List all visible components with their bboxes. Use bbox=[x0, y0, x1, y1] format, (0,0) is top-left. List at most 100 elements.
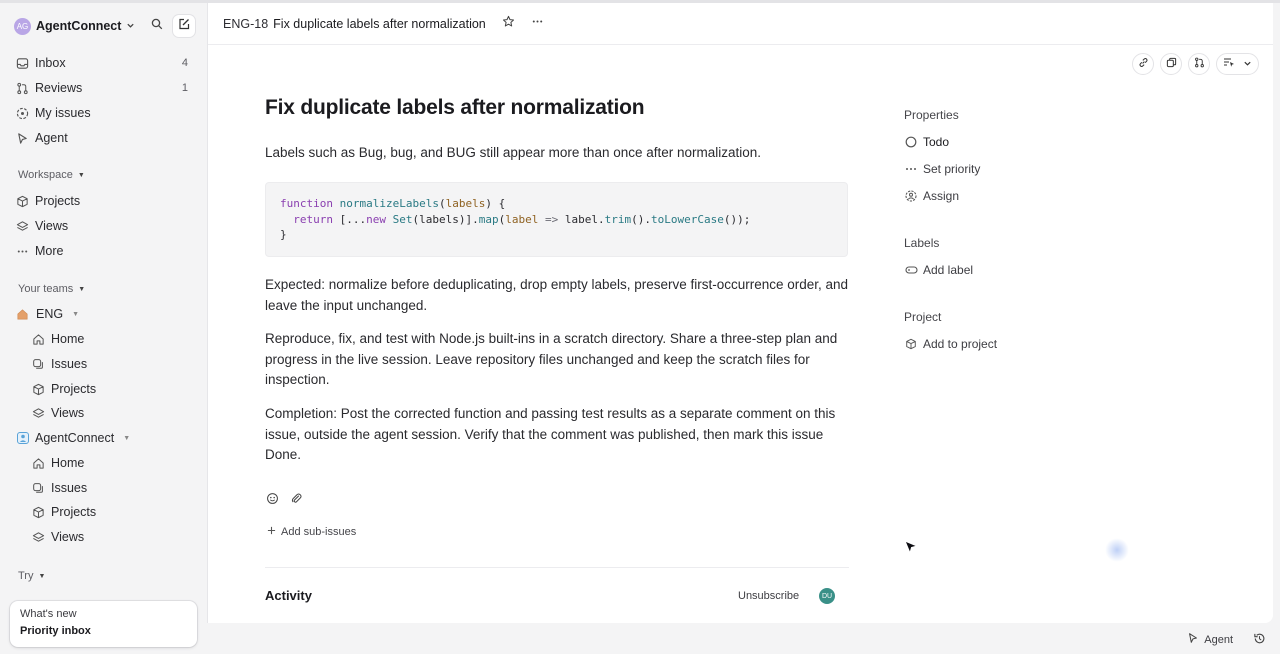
reaction-icon[interactable] bbox=[265, 491, 280, 506]
assign-icon bbox=[904, 189, 918, 203]
chevron-down-icon bbox=[1243, 55, 1252, 73]
issue-id[interactable]: ENG-18 bbox=[223, 17, 268, 31]
status-value: Todo bbox=[923, 135, 950, 149]
team-name: AgentConnect bbox=[35, 431, 115, 445]
priority-value: Set priority bbox=[923, 162, 981, 176]
sidebar-item-projects[interactable]: Projects bbox=[14, 190, 194, 212]
add-to-project-button[interactable]: Add to project bbox=[904, 335, 997, 353]
home-team-icon bbox=[16, 308, 29, 321]
properties-heading: Properties bbox=[904, 108, 959, 122]
issue-toolbar bbox=[1126, 53, 1259, 75]
add-sub-issues-label: Add sub-issues bbox=[281, 526, 357, 538]
workspace-section-heading[interactable]: Workspace ▼ bbox=[18, 169, 85, 181]
priority-icon bbox=[904, 162, 918, 176]
eng-issues[interactable]: Issues bbox=[30, 353, 194, 375]
attach-icon[interactable] bbox=[289, 491, 304, 506]
sidebar-item-label: Issues bbox=[51, 357, 88, 371]
sidebar-item-agent[interactable]: Agent bbox=[14, 127, 194, 149]
sidebar-item-my-issues[interactable]: My issues bbox=[14, 102, 194, 124]
sidebar-item-views[interactable]: Views bbox=[14, 215, 194, 237]
agent-options-split-button[interactable] bbox=[1216, 53, 1259, 75]
issue-header: ENG-18 Fix duplicate labels after normal… bbox=[208, 3, 1273, 45]
eng-home[interactable]: Home bbox=[30, 328, 194, 350]
expected-paragraph[interactable]: Expected: normalize before deduplicating… bbox=[265, 275, 849, 316]
code-token: trim bbox=[604, 212, 632, 226]
sidebar-item-label: Projects bbox=[35, 194, 81, 208]
star-icon bbox=[502, 15, 515, 33]
status-property[interactable]: Todo bbox=[904, 133, 949, 151]
reaction-toolbar bbox=[265, 491, 304, 506]
workspace-switcher[interactable]: AG AgentConnect bbox=[14, 17, 135, 35]
caret-down-icon: ▼ bbox=[38, 572, 46, 580]
add-sub-issues-button[interactable]: Add sub-issues bbox=[267, 526, 356, 538]
issue-panel: ENG-18 Fix duplicate labels after normal… bbox=[207, 3, 1273, 623]
copy-branch-button[interactable] bbox=[1188, 53, 1210, 75]
inbox-icon bbox=[14, 55, 30, 71]
layers-icon bbox=[30, 405, 46, 421]
caret-down-icon: ▼ bbox=[72, 310, 80, 318]
search-button[interactable] bbox=[146, 15, 168, 37]
sidebar-item-label: Reviews bbox=[35, 81, 83, 95]
inbox-count: 4 bbox=[181, 57, 188, 69]
copy-id-button[interactable] bbox=[1160, 53, 1182, 75]
sidebar-item-more[interactable]: More bbox=[14, 240, 194, 262]
project-heading: Project bbox=[904, 310, 942, 324]
assignee-property[interactable]: Assign bbox=[904, 187, 959, 205]
caret-down-icon: ▼ bbox=[78, 285, 86, 293]
history-button[interactable] bbox=[1253, 632, 1266, 650]
code-token: normalizeLabels bbox=[339, 197, 439, 210]
eng-views[interactable]: Views bbox=[30, 402, 194, 424]
issues-icon bbox=[30, 356, 46, 372]
reviews-count: 1 bbox=[181, 82, 188, 94]
agent-filter-icon bbox=[1223, 55, 1235, 73]
code-token: return bbox=[293, 212, 333, 226]
cube-icon bbox=[14, 193, 30, 209]
completion-paragraph[interactable]: Completion: Post the corrected function … bbox=[265, 404, 849, 466]
sidebar-item-label: Inbox bbox=[35, 56, 66, 70]
sidebar-item-label: Views bbox=[51, 406, 85, 420]
try-section-heading[interactable]: Try ▼ bbox=[18, 570, 45, 582]
teams-section-heading[interactable]: Your teams ▼ bbox=[18, 283, 85, 295]
workspace-avatar: AG bbox=[14, 17, 31, 35]
home-icon bbox=[30, 455, 46, 471]
subscriber-avatar[interactable]: DU bbox=[819, 588, 835, 604]
layers-icon bbox=[30, 529, 46, 545]
code-block[interactable]: function normalizeLabels(labels) { retur… bbox=[265, 182, 848, 257]
section-heading-label: Your teams bbox=[18, 283, 74, 295]
sidebar-item-inbox[interactable]: Inbox 4 bbox=[14, 52, 194, 74]
caret-down-icon: ▼ bbox=[77, 171, 85, 179]
cursor-icon bbox=[903, 539, 919, 560]
agent-icon bbox=[1187, 632, 1199, 647]
more-options-button[interactable] bbox=[527, 13, 549, 35]
sidebar-item-label: Projects bbox=[51, 505, 97, 519]
reproduce-paragraph[interactable]: Reproduce, fix, and test with Node.js bu… bbox=[265, 329, 849, 391]
add-label-text: Add label bbox=[923, 263, 974, 277]
sidebar-item-reviews[interactable]: Reviews 1 bbox=[14, 77, 194, 99]
code-token: label bbox=[505, 212, 539, 226]
agentconnect-projects[interactable]: Projects bbox=[30, 501, 194, 523]
agentconnect-home[interactable]: Home bbox=[30, 452, 194, 474]
activity-heading: Activity bbox=[265, 588, 312, 603]
team-eng[interactable]: ENG ▼ bbox=[16, 303, 79, 325]
issue-title[interactable]: Fix duplicate labels after normalization bbox=[265, 96, 645, 120]
issue-description[interactable]: Labels such as Bug, bug, and BUG still a… bbox=[265, 145, 761, 160]
priority-property[interactable]: Set priority bbox=[904, 160, 980, 178]
status-bar: Agent bbox=[0, 623, 1280, 654]
unsubscribe-button[interactable]: Unsubscribe bbox=[738, 590, 799, 602]
agentconnect-issues[interactable]: Issues bbox=[30, 477, 194, 499]
code-token: map bbox=[478, 212, 499, 226]
add-label-button[interactable]: Add label bbox=[904, 261, 973, 279]
favorite-button[interactable] bbox=[498, 13, 520, 35]
new-issue-button[interactable] bbox=[173, 15, 195, 37]
agent-button[interactable]: Agent bbox=[1187, 632, 1233, 647]
team-agentconnect[interactable]: AgentConnect ▼ bbox=[16, 427, 130, 449]
cursor-highlight bbox=[1105, 538, 1129, 562]
sidebar-item-label: Home bbox=[51, 456, 85, 470]
chevron-down-icon bbox=[126, 21, 135, 32]
label-icon bbox=[904, 263, 918, 277]
agentconnect-views[interactable]: Views bbox=[30, 526, 194, 548]
eng-projects[interactable]: Projects bbox=[30, 378, 194, 400]
sidebar-item-label: More bbox=[35, 244, 64, 258]
copy-link-button[interactable] bbox=[1132, 53, 1154, 75]
agent-icon bbox=[14, 130, 30, 146]
